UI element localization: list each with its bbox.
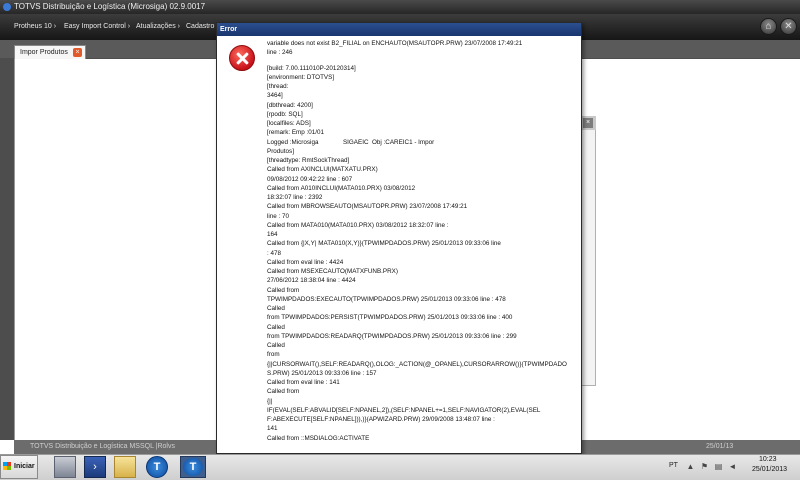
language-indicator[interactable]: PT — [669, 458, 678, 474]
volume-icon[interactable]: ◄ — [728, 462, 737, 471]
error-line: [thread: — [267, 83, 289, 90]
status-text: TOTVS Distribuição e Logística MSSQL |Ro… — [30, 443, 175, 450]
error-line: {|| — [267, 397, 273, 405]
error-line: line : 70 — [267, 212, 290, 220]
error-line: Called — [267, 305, 285, 312]
totvs-icon[interactable]: T — [146, 456, 168, 478]
app-titlebar: TOTVS Distribuição e Logística (Microsig… — [0, 0, 800, 14]
menu-item-protheus[interactable]: Protheus 10 › — [14, 19, 56, 35]
error-line: 141 — [267, 425, 278, 433]
totvs-app-icon — [3, 3, 11, 11]
network-icon[interactable]: ▤ — [714, 462, 723, 471]
error-line: [build: 7.00.111010P-20120314] — [267, 64, 356, 72]
error-icon — [229, 45, 255, 71]
error-line: Called from — [267, 388, 300, 396]
error-line: [environment: DTOTVS] — [267, 73, 335, 81]
clock-date[interactable]: 25/01/2013 — [752, 466, 787, 473]
windows-logo-icon — [3, 462, 11, 470]
error-line: 3464] — [267, 92, 283, 100]
error-line: Called from A010INCLUI(MATA010.PRX) 03/0… — [267, 184, 416, 192]
chevron-up-icon[interactable]: ▲ — [686, 462, 695, 471]
error-line: Called from MATA010(MATA010.PRX) 03/08/2… — [267, 221, 449, 229]
tab-impor-produtos[interactable]: Impor Produtos × — [14, 45, 86, 59]
error-line: Called from ::MSDIALOG:ACTIVATE — [267, 434, 370, 442]
error-line: IF(EVAL(SELF:ABVALID[SELF:NPANEL,2]),(SE… — [267, 406, 541, 414]
error-line: {||CURSORWAIT(),SELF:READARQ(),OLOG:_ACT… — [267, 360, 567, 368]
menu-item-cadastro[interactable]: Cadastro — [186, 19, 214, 35]
powershell-icon[interactable]: › — [84, 456, 106, 478]
error-line: variable does not exist B2_FILIAL on ENC… — [267, 40, 523, 47]
error-line: Produtos] — [267, 147, 294, 155]
error-line: : 478 — [267, 249, 282, 257]
error-line: Called from {|X,Y| MATA010(X,Y)}(TPWIMPD… — [267, 240, 501, 248]
error-line: Called — [267, 323, 285, 331]
tab-close-icon[interactable]: × — [73, 48, 82, 57]
error-line: Called from eval line : 141 — [267, 379, 340, 386]
error-line: 164 — [267, 231, 278, 238]
menu-item-easy-import-control[interactable]: Easy Import Control › — [64, 19, 130, 35]
error-line: 18:32:07 line : 2392 — [267, 194, 323, 201]
error-line: F:ABEXECUTE[SELF:NPANEL])),)}(APWIZARD.P… — [267, 416, 495, 423]
dialog-title: Error — [217, 23, 581, 36]
error-line: line : 246 — [267, 49, 293, 57]
home-icon[interactable]: ⌂ — [760, 18, 777, 35]
menu-item-atualizacoes[interactable]: Atualizações › — [136, 19, 180, 35]
error-line: Called from MBROWSEAUTO(MSAUTOPR.PRW) 23… — [267, 203, 468, 211]
error-line: Called from — [267, 286, 300, 294]
error-line: Logged :Microsiga SIGAEIC Obj :CAREIC1 -… — [267, 138, 435, 146]
error-dialog: Error variable does not exist B2_FILIAL … — [216, 22, 582, 454]
error-line: from TPWIMPDADOS:READARQ(TPWIMPDADOS.PRW… — [267, 332, 517, 340]
error-line: 27/06/2012 18:38:04 line : 4424 — [267, 277, 356, 285]
error-line: from TPWIMPDADOS:PERSIST(TPWIMPDADOS.PRW… — [267, 314, 513, 322]
error-line: TPWIMPDADOS:EXECAUTO(TPWIMPDADOS.PRW) 25… — [267, 295, 506, 303]
error-message-body: variable does not exist B2_FILIAL on ENC… — [267, 39, 579, 453]
totvs-active-icon[interactable]: T — [180, 456, 206, 478]
tab-label: Impor Produtos — [20, 49, 68, 56]
server-manager-icon[interactable] — [54, 456, 76, 478]
error-line: [remark: Emp :01/01 — [267, 129, 325, 137]
error-line: Called — [267, 342, 285, 349]
error-line: from — [267, 351, 280, 359]
error-line: [rpodb: SQL] — [267, 110, 303, 118]
error-line: [dbthread: 4200] — [267, 101, 313, 109]
app-title: TOTVS Distribuição e Logística (Microsig… — [14, 2, 206, 11]
background-window — [580, 116, 596, 386]
error-line: [localfiles: ADS] — [267, 120, 311, 127]
clock-time[interactable]: 10:23 — [759, 456, 777, 463]
error-line: Called from AXINCLUI(MATXATU.PRX) — [267, 166, 378, 174]
background-window-close-icon[interactable]: × — [583, 118, 593, 128]
error-line: Called from MSEXECAUTO(MATXFUNB.PRX) — [267, 268, 398, 275]
error-line: [threadtype: RmtSockThread] — [267, 157, 350, 164]
error-line: Called from eval line : 4424 — [267, 258, 344, 266]
explorer-folder-icon[interactable] — [114, 456, 136, 478]
flag-icon[interactable]: ⚑ — [700, 462, 709, 471]
error-line: S.PRW) 25/01/2013 09:33:06 line : 157 — [267, 369, 377, 377]
status-date: 25/01/13 — [706, 443, 734, 450]
close-icon[interactable]: ✕ — [780, 18, 797, 35]
error-line: 09/08/2012 09:42:22 line : 607 — [267, 175, 353, 183]
